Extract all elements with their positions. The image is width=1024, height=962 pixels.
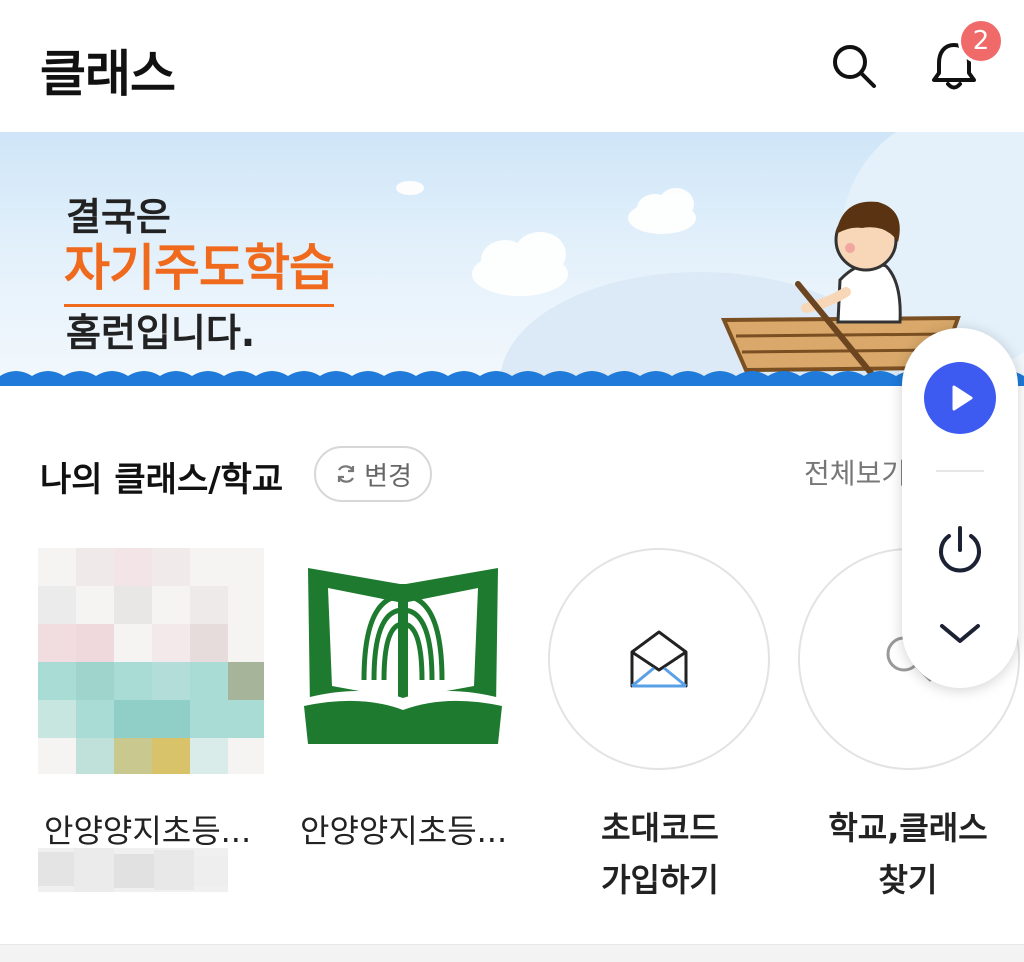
school-logo[interactable] (300, 548, 526, 774)
view-all-link[interactable]: 전체보기 (804, 452, 907, 492)
pixelated-image (38, 548, 264, 774)
class-name[interactable]: 안양양지초등... (300, 806, 507, 852)
change-button-label: 변경 (364, 461, 412, 492)
section-divider (0, 944, 1024, 962)
invite-code-label-line1: 초대코드 (601, 809, 719, 847)
find-school-label[interactable]: 학교,클래스 찾기 (788, 802, 1024, 906)
play-icon (952, 385, 973, 411)
search-button[interactable] (824, 36, 884, 96)
school-emblem-icon (304, 568, 502, 744)
find-school-label-line1: 학교,클래스 (828, 809, 988, 847)
invite-code-label-line2: 가입하기 (601, 861, 719, 899)
promo-banner[interactable]: 결국은 자기주도학습 홈런입니다. (0, 132, 1024, 386)
class-thumbnail[interactable] (38, 548, 264, 774)
banner-headline-3: 홈런입니다. (66, 311, 256, 355)
app-header: 클래스 2 (0, 0, 1024, 132)
refresh-icon (337, 465, 355, 483)
envelope-icon (630, 630, 688, 688)
search-icon (833, 45, 876, 88)
floating-control-panel (902, 328, 1018, 688)
page-title: 클래스 (40, 45, 176, 103)
play-button[interactable] (924, 362, 996, 434)
collapse-button[interactable] (934, 614, 986, 654)
invite-code-button[interactable] (548, 548, 770, 770)
blurred-subtitle (38, 848, 228, 892)
notification-badge: 2 (958, 18, 1004, 64)
banner-headline-2: 자기주도학습 (64, 228, 335, 307)
power-icon (939, 526, 981, 573)
section-title: 나의 클래스/학교 (40, 460, 284, 500)
invite-code-label[interactable]: 초대코드 가입하기 (540, 802, 780, 906)
panel-divider (936, 470, 984, 472)
class-name[interactable]: 안양양지초등... (44, 806, 251, 852)
find-school-label-line2: 찾기 (878, 861, 938, 899)
change-button[interactable]: 변경 (314, 446, 432, 502)
chevron-down-icon (940, 624, 980, 643)
power-button[interactable] (930, 520, 990, 580)
